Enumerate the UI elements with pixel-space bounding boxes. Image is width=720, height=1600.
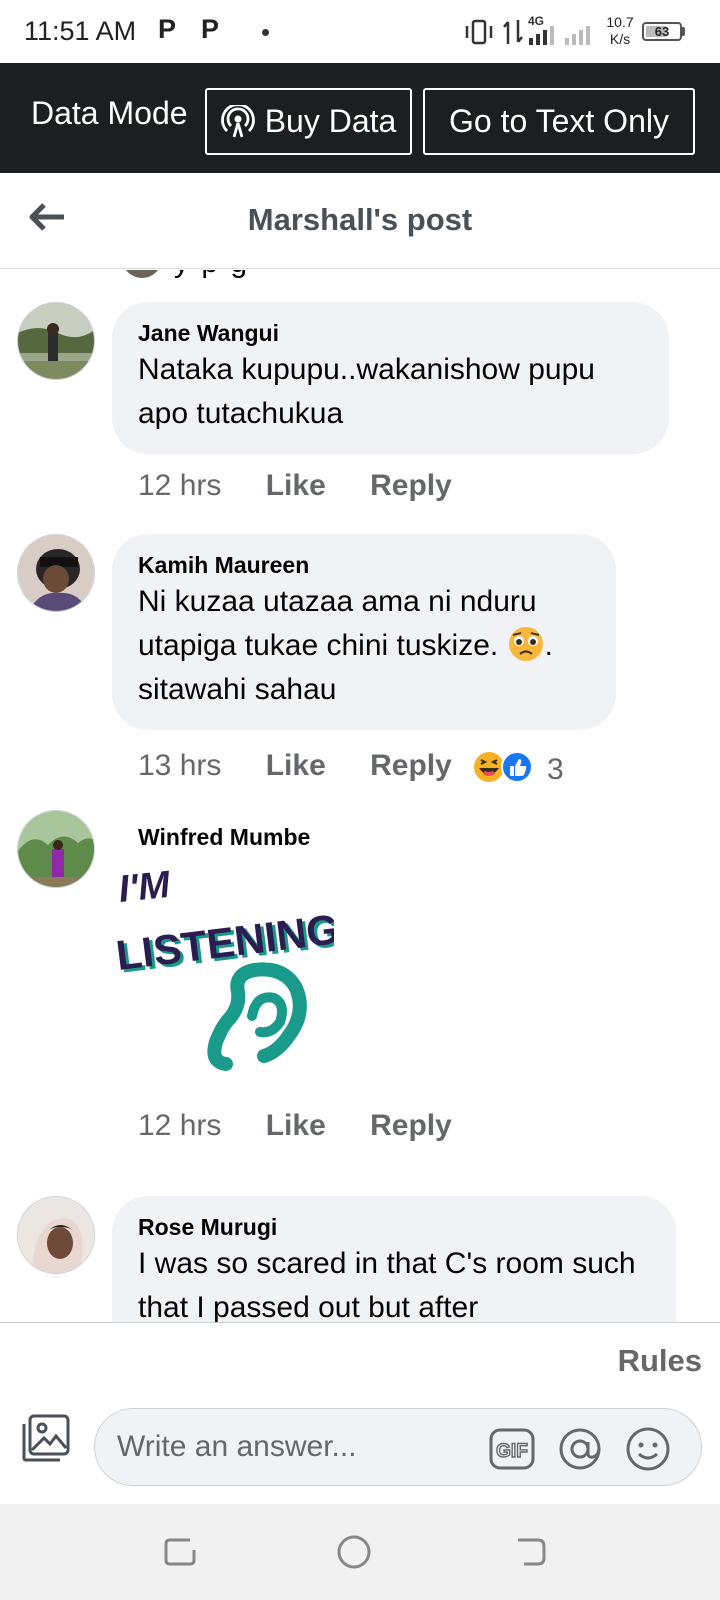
like-button[interactable]: Like [266,469,326,502]
comment-meta: 13 hrs Like Reply 3 [138,746,698,786]
reply-button[interactable]: Reply [370,469,452,502]
system-navigation-bar [0,1504,720,1600]
battery-percent: 63 [654,24,670,39]
answer-input[interactable] [117,1427,477,1467]
comment-text: Nataka kupupu..wakanishow pupu apo tutac… [138,353,595,430]
avatar[interactable] [17,534,95,612]
battery-icon: 63 [642,22,682,41]
antenna-icon [220,104,255,137]
comment-author[interactable]: Jane Wangui [138,318,643,348]
comment-author[interactable]: Kamih Maureen [138,550,590,580]
page-title: Marshall's post [247,202,473,237]
avatar[interactable] [17,302,95,380]
comment-kamih-maureen: Kamih Maureen Ni kuzaa utazaa ama ni ndu… [0,534,720,794]
comment-text: Ni kuzaa utazaa ama ni nduru utapiga tuk… [138,585,553,706]
comment-time[interactable]: 12 hrs [138,1109,221,1142]
like-button[interactable]: Like [266,1109,326,1142]
avatar[interactable] [17,810,95,888]
reply-button[interactable]: Reply [370,1109,452,1142]
comment-text: I was so scared in that C's room such th… [138,1247,636,1322]
photo-icon[interactable] [20,1412,72,1464]
signal-strength-icon [529,26,590,45]
data-transfer-icon [503,20,523,44]
reaction-count: 3 [547,753,564,786]
comment-jane-wangui: Jane Wangui Nataka kupupu..wakanishow pu… [0,302,720,512]
recents-button-icon[interactable] [160,1532,200,1572]
more-notifications-dot [262,29,269,36]
sticker-text-im: I'M [117,866,174,911]
back-button-icon[interactable] [510,1532,550,1572]
avatar [122,270,162,278]
data-mode-banner: Data Mode Buy Data Go to Text Only [0,63,720,173]
svg-text:GIF: GIF [496,1441,528,1462]
battery-tip [682,27,685,36]
reply-button[interactable]: Reply [370,749,452,782]
comment-time[interactable]: 12 hrs [138,469,221,502]
like-reaction-icon [501,751,533,783]
home-button-icon[interactable] [334,1532,374,1572]
partial-comment: y p g [118,270,598,278]
pleading-face-emoji-icon [508,627,543,661]
vibrate-icon [465,19,493,45]
answer-field[interactable]: GIF [94,1408,702,1486]
comment-rose-murugi: Rose Murugi I was so scared in that C's … [0,1196,720,1322]
comments-feed[interactable]: y p g Jane Wangui Nataka kupupu..wakanis… [0,270,720,1322]
buy-data-button[interactable]: Buy Data [205,88,412,155]
comment-author[interactable]: Winfred Mumbe [138,824,310,851]
rules-link[interactable]: Rules [618,1343,702,1379]
reaction-summary[interactable]: 3 [473,750,573,786]
answer-composer: GIF [0,1392,720,1504]
comment-meta: 12 hrs Like Reply [138,1106,452,1146]
status-bar: 11:51 AM P P 4G 10.7 K/s 63 [0,0,720,64]
buy-data-label: Buy Data [264,103,397,139]
partial-comment-text: y p g [174,270,249,278]
net-speed: 10.7 K/s [606,14,634,47]
notification-p-icon: P [158,14,177,44]
avatar[interactable] [17,1196,95,1274]
ear-icon [207,962,307,1071]
listening-ear-sticker[interactable]: I'M LISTENING LISTENING [114,866,334,1076]
comment-meta: 12 hrs Like Reply [138,466,452,506]
data-mode-label: Data Mode [31,95,188,131]
like-button[interactable]: Like [266,749,326,782]
text-only-button[interactable]: Go to Text Only [423,88,695,155]
post-header: Marshall's post [0,173,720,269]
rules-bar: Rules [0,1322,720,1392]
comment-author[interactable]: Rose Murugi [138,1212,650,1242]
comment-bubble[interactable]: Rose Murugi I was so scared in that C's … [112,1196,676,1322]
status-time: 11:51 AM [24,16,137,46]
comment-time[interactable]: 13 hrs [138,749,221,782]
gif-icon[interactable]: GIF [489,1426,535,1472]
haha-reaction-icon [474,752,504,782]
mention-icon[interactable] [557,1426,603,1472]
comment-bubble[interactable]: Kamih Maureen Ni kuzaa utazaa ama ni ndu… [112,534,616,730]
emoji-icon[interactable] [625,1426,671,1472]
comment-bubble[interactable]: Jane Wangui Nataka kupupu..wakanishow pu… [112,302,669,454]
notification-p-icon-2: P [201,14,220,44]
comment-winfred-mumbe: Winfred Mumbe I'M LISTENING LISTENING 12… [0,810,720,1150]
